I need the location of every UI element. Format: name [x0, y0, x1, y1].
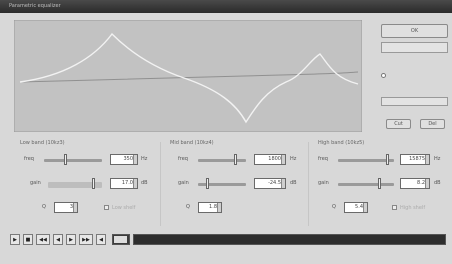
q-label: Q — [332, 204, 336, 210]
ok-button[interactable]: OK — [381, 24, 448, 38]
gain-slider-thumb[interactable] — [92, 178, 95, 189]
freq-slider-thumb[interactable] — [234, 154, 237, 165]
shelf-label: High shelf — [400, 205, 426, 211]
mid-band-group: Mid band (10kz4) freq 1800 Hz gain -24.5… — [170, 140, 310, 228]
q-value: 1.8 — [209, 204, 217, 210]
window-title: Parametric equalizer — [9, 3, 61, 9]
gain-unit: dB — [290, 180, 297, 186]
shelf-checkbox[interactable] — [392, 205, 397, 210]
fast-forward-button[interactable]: ▶▶ — [79, 234, 93, 245]
spin-buttons[interactable] — [425, 155, 429, 164]
freq-unit: Hz — [141, 156, 148, 162]
spin-buttons[interactable] — [281, 155, 285, 164]
freq-input[interactable]: 15875 — [400, 154, 430, 165]
band-title: High band (10kz5) — [318, 140, 365, 146]
gain-input[interactable]: -24.5 — [254, 178, 286, 189]
q-input[interactable]: 1.8 — [198, 202, 222, 213]
gain-label: gain — [178, 180, 189, 186]
freq-unit: Hz — [290, 156, 297, 162]
gain-unit: dB — [141, 180, 148, 186]
play-icon: ▶ — [13, 236, 17, 243]
freq-value: 350 — [123, 156, 133, 162]
cut-button-label: Cut — [394, 121, 403, 127]
equalizer-window: Parametric equalizer OK Cut Del Low band… — [0, 0, 452, 264]
gain-slider-thumb[interactable] — [378, 178, 381, 189]
band-divider — [160, 142, 161, 226]
step-forward-button[interactable]: ▶ — [66, 234, 76, 245]
seek-bar[interactable] — [133, 234, 446, 245]
band-divider — [308, 142, 309, 226]
gain-slider-thumb[interactable] — [206, 178, 209, 189]
q-input[interactable]: 5.4 — [344, 202, 368, 213]
low-band-group: Low band (10kz3) freq 350 Hz gain 17.0 d… — [20, 140, 160, 228]
freq-slider-thumb[interactable] — [64, 154, 67, 165]
freq-value: 15875 — [409, 156, 425, 162]
transport-bar: ▶ ■ ◀◀ ◀ ▶ ▶▶ ◀ — [6, 234, 452, 248]
stop-button[interactable]: ■ — [23, 234, 33, 245]
freq-label: freq — [24, 156, 34, 162]
title-bar[interactable]: Parametric equalizer — [0, 0, 452, 13]
option-radio[interactable] — [381, 73, 386, 78]
spin-buttons[interactable] — [281, 179, 285, 188]
spin-buttons[interactable] — [425, 179, 429, 188]
play-button[interactable]: ▶ — [10, 234, 20, 245]
freq-value: 1800 — [268, 156, 281, 162]
spin-buttons[interactable] — [73, 203, 77, 212]
spin-buttons[interactable] — [133, 155, 137, 164]
position-indicator — [112, 234, 130, 245]
gain-label: gain — [30, 180, 41, 186]
q-value: 5.4 — [355, 204, 363, 210]
step-forward-icon: ▶ — [69, 236, 73, 243]
high-band-group: High band (10kz5) freq 15875 Hz gain 8.2… — [318, 140, 448, 228]
freq-slider-thumb[interactable] — [386, 154, 389, 165]
gain-value: -24.5 — [268, 180, 281, 186]
delete-button[interactable]: Del — [420, 119, 445, 129]
rewind-icon: ◀◀ — [39, 236, 47, 243]
freq-unit: Hz — [434, 156, 441, 162]
band-title: Low band (10kz3) — [20, 140, 65, 146]
step-back-icon: ◀ — [56, 236, 60, 243]
gain-slider[interactable] — [338, 183, 394, 186]
step-back-button[interactable]: ◀ — [53, 234, 63, 245]
status-bar — [6, 250, 446, 259]
stop-icon: ■ — [25, 236, 31, 243]
frequency-response-graph[interactable] — [14, 20, 362, 132]
freq-slider[interactable] — [198, 159, 246, 162]
loop-button[interactable]: ◀ — [96, 234, 106, 245]
freq-label: freq — [318, 156, 328, 162]
q-input[interactable]: 3 — [54, 202, 78, 213]
gain-value: 8.2 — [417, 180, 425, 186]
fast-forward-icon: ▶▶ — [82, 236, 90, 243]
rewind-button[interactable]: ◀◀ — [36, 234, 50, 245]
gain-label: gain — [318, 180, 329, 186]
position-knob[interactable] — [114, 236, 127, 243]
freq-slider[interactable] — [44, 159, 102, 162]
delete-button-label: Del — [428, 121, 437, 127]
freq-label: freq — [178, 156, 188, 162]
spin-buttons[interactable] — [133, 179, 137, 188]
gain-input[interactable]: 17.0 — [110, 178, 138, 189]
band-title: Mid band (10kz4) — [170, 140, 214, 146]
gain-unit: dB — [434, 180, 441, 186]
spin-buttons[interactable] — [363, 203, 367, 212]
freq-input[interactable]: 350 — [110, 154, 138, 165]
q-label: Q — [42, 204, 46, 210]
shelf-checkbox[interactable] — [104, 205, 109, 210]
ok-button-label: OK — [410, 28, 419, 34]
gain-value: 17.0 — [121, 180, 133, 186]
graph-background — [14, 20, 362, 132]
spin-buttons[interactable] — [217, 203, 221, 212]
q-label: Q — [186, 204, 190, 210]
option-slider-track[interactable] — [381, 97, 448, 106]
gain-input[interactable]: 8.2 — [400, 178, 430, 189]
freq-input[interactable]: 1800 — [254, 154, 286, 165]
cut-button[interactable]: Cut — [386, 119, 411, 129]
shelf-label: Low shelf — [112, 205, 136, 211]
loop-icon: ◀ — [99, 236, 103, 243]
preset-field[interactable] — [381, 42, 448, 53]
